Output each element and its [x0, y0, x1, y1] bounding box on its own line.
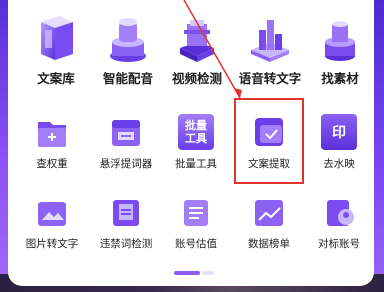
annotation-arrow — [183, 0, 242, 99]
page-dot-active[interactable] — [174, 271, 200, 275]
page-dot[interactable] — [202, 271, 214, 275]
